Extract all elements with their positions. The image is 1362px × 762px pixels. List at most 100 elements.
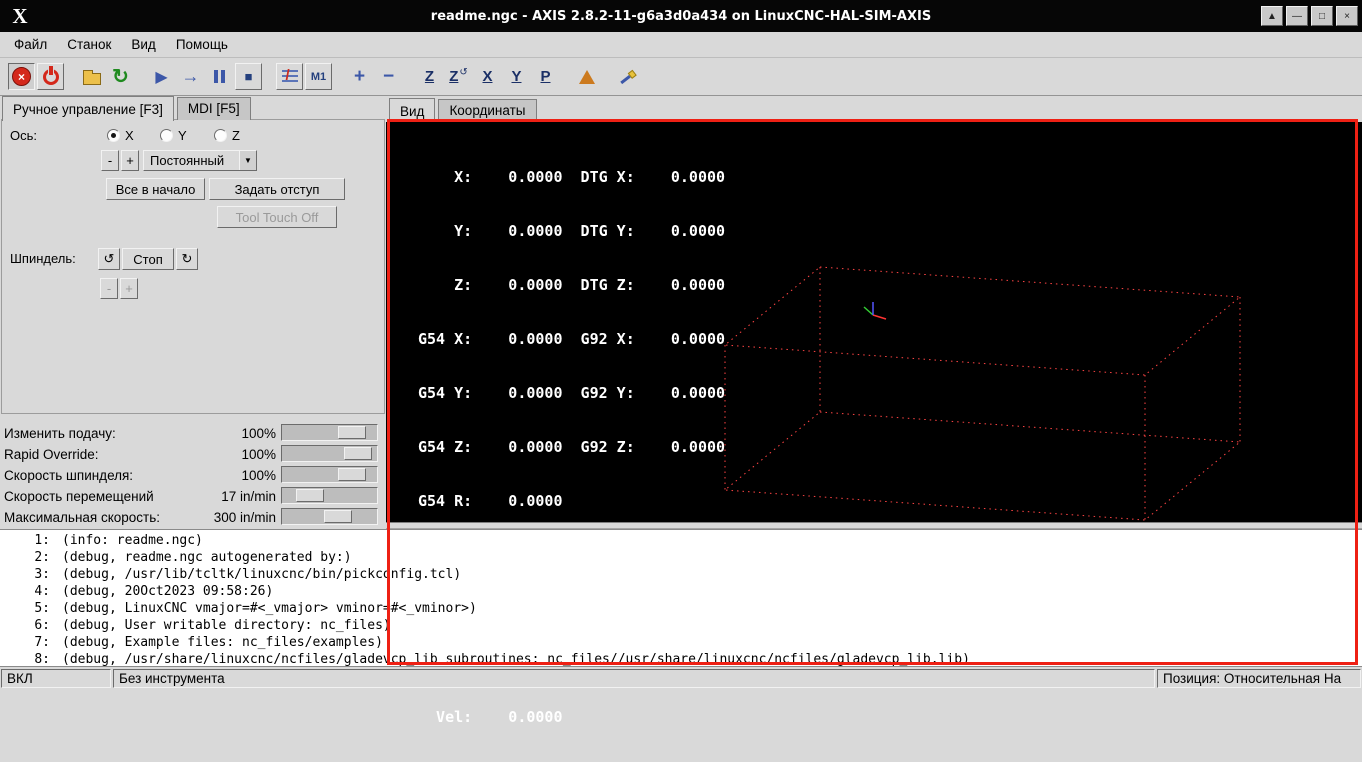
machine-power-button[interactable]	[37, 63, 64, 90]
spindle-ccw-button[interactable]: ↺	[98, 248, 120, 270]
view-z-rotated-button[interactable]: Z ↺	[445, 63, 472, 90]
jog-mode-dropdown[interactable]: Постоянный ▼	[143, 150, 257, 171]
view-x-button[interactable]: X	[474, 63, 501, 90]
view-z-icon: Z	[424, 68, 435, 85]
slider-handle[interactable]	[338, 468, 366, 481]
maximize-button[interactable]: □	[1311, 6, 1333, 26]
gcode-line[interactable]: 3: (debug, /usr/lib/tcltk/linuxcnc/bin/pi…	[0, 567, 1362, 584]
view-y-button[interactable]: Y	[503, 63, 530, 90]
gcode-line[interactable]: 7: (debug, Example files: nc_files/exampl…	[0, 635, 1362, 652]
axis-label: Ось:	[10, 128, 37, 143]
spindle-stop-button[interactable]: Стоп	[122, 248, 174, 270]
run-button[interactable]: ▶	[148, 63, 175, 90]
tab-preview[interactable]: Вид	[389, 98, 436, 123]
max-velocity-label: Максимальная скорость:	[4, 510, 161, 525]
spindle-plus-button: +	[120, 278, 138, 299]
step-button[interactable]: →	[177, 63, 204, 90]
max-velocity-value: 300 in/min	[213, 510, 276, 525]
axis-x-radio[interactable]	[107, 129, 120, 145]
window-title: readme.ngc - AXIS 2.8.2-11-g6a3d0a434 on…	[430, 8, 932, 24]
spindle-cw-button[interactable]: ↻	[176, 248, 198, 270]
jog-speed-row: Скорость перемещений 17 in/min	[0, 486, 386, 507]
m1-icon: M1	[310, 70, 327, 83]
gcode-line[interactable]: 6: (debug, User writable directory: nc_fi…	[0, 618, 1362, 635]
menu-machine[interactable]: Станок	[57, 34, 121, 55]
zoom-in-button[interactable]: +	[346, 63, 373, 90]
optional-pause-toggle[interactable]: M1	[305, 63, 332, 90]
spindle-minus-button: -	[100, 278, 118, 299]
spindle-override-value: 100%	[241, 468, 276, 483]
axis-x-label[interactable]: X	[125, 128, 134, 143]
position-mode-cell: Позиция: Относительная На	[1157, 669, 1361, 688]
view-y-icon: Y	[511, 68, 522, 85]
rapid-override-row: Rapid Override: 100%	[0, 444, 386, 465]
reload-button[interactable]: ↻	[107, 63, 134, 90]
left-tabs: Ручное управление [F3] MDI [F5]	[2, 96, 254, 121]
jog-speed-slider[interactable]	[281, 487, 378, 504]
slider-handle[interactable]	[296, 489, 324, 502]
window-controls: ▲ — □ ×	[1261, 6, 1358, 26]
preview-canvas[interactable]: X: 0.0000 DTG X: 0.0000 Y: 0.0000 DTG Y:…	[386, 122, 1362, 726]
axis-y-label[interactable]: Y	[178, 128, 187, 143]
reload-icon: ↻	[112, 65, 129, 88]
preview-tabs: Вид Координаты	[386, 96, 1362, 123]
stop-button[interactable]: ■	[235, 63, 262, 90]
slider-handle[interactable]	[344, 447, 372, 460]
feed-override-slider[interactable]	[281, 424, 378, 441]
slash-glyph: /	[285, 67, 290, 84]
feed-override-label: Изменить подачу:	[4, 426, 116, 441]
gcode-line[interactable]: 2: (debug, readme.ngc autogenerated by:)	[0, 550, 1362, 567]
menubar: Файл Станок Вид Помощь	[0, 32, 1362, 58]
spindle-override-slider[interactable]	[281, 466, 378, 483]
skip-lines-toggle[interactable]: /	[276, 63, 303, 90]
gcode-line[interactable]: 1: (info: readme.ngc)	[0, 533, 1362, 550]
shade-button[interactable]: ▲	[1261, 6, 1283, 26]
gcode-line[interactable]: 4: (debug, 20Oct2023 09:58:26)	[0, 584, 1362, 601]
menu-help[interactable]: Помощь	[166, 34, 238, 55]
axis-y-radio[interactable]	[160, 129, 173, 145]
home-all-button[interactable]: Все в начало	[106, 178, 205, 200]
cone-icon	[578, 69, 595, 84]
view-z-button[interactable]: Z	[416, 63, 443, 90]
pane-divider[interactable]	[386, 522, 1362, 529]
slider-handle[interactable]	[338, 426, 366, 439]
tab-mdi[interactable]: MDI [F5]	[176, 97, 251, 120]
estop-icon: ×	[12, 67, 31, 86]
close-button[interactable]: ×	[1336, 6, 1358, 26]
spindle-override-row: Скорость шпинделя: 100%	[0, 465, 386, 486]
minimize-button[interactable]: —	[1286, 6, 1308, 26]
menu-file[interactable]: Файл	[4, 34, 57, 55]
gcode-line[interactable]: 5: (debug, LinuxCNC vmajor=#<_vmajor> vmi…	[0, 601, 1362, 618]
jog-speed-value: 17 in/min	[221, 489, 276, 504]
rapid-override-slider[interactable]	[281, 445, 378, 462]
touch-off-button[interactable]: Задать отступ	[209, 178, 345, 200]
rotate-arrow-glyph: ↺	[459, 67, 468, 78]
pause-button[interactable]	[206, 63, 233, 90]
manual-control-panel: Ручное управление [F3] MDI [F5] Ось: X Y…	[0, 96, 386, 529]
estop-button[interactable]: ×	[8, 63, 35, 90]
radio-x-icon	[107, 129, 120, 142]
rotate-view-button[interactable]	[573, 63, 600, 90]
jog-speed-label: Скорость перемещений	[4, 489, 154, 504]
menu-view[interactable]: Вид	[121, 34, 165, 55]
gcode-listing[interactable]: 1: (info: readme.ngc) 2: (debug, readme.ng…	[0, 529, 1362, 666]
view-x-icon: X	[482, 68, 493, 85]
tab-manual-control[interactable]: Ручное управление [F3]	[2, 96, 174, 121]
spindle-label: Шпиндель:	[10, 251, 76, 266]
jog-plus-button[interactable]: +	[121, 150, 139, 171]
gcode-line[interactable]: 8: (debug, /usr/share/linuxcnc/ncfiles/gl…	[0, 652, 1362, 666]
jog-minus-button[interactable]: -	[101, 150, 119, 171]
view-z-rotated-icon: Z	[449, 68, 459, 85]
jog-frame: Ось: X Y Z - + Постоянный ▼ Все в начало…	[1, 119, 385, 414]
view-p-button[interactable]: P	[532, 63, 559, 90]
statusbar: ВКЛ Без инструмента Позиция: Относительн…	[0, 666, 1362, 690]
axis-z-label[interactable]: Z	[232, 128, 240, 143]
tab-dro[interactable]: Координаты	[438, 99, 537, 122]
spindle-override-label: Скорость шпинделя:	[4, 468, 134, 483]
clear-plot-button[interactable]	[614, 63, 641, 90]
axis-z-radio[interactable]	[214, 129, 227, 145]
slider-handle[interactable]	[324, 510, 352, 523]
zoom-out-button[interactable]: −	[375, 63, 402, 90]
open-file-button[interactable]	[78, 63, 105, 90]
max-velocity-slider[interactable]	[281, 508, 378, 525]
